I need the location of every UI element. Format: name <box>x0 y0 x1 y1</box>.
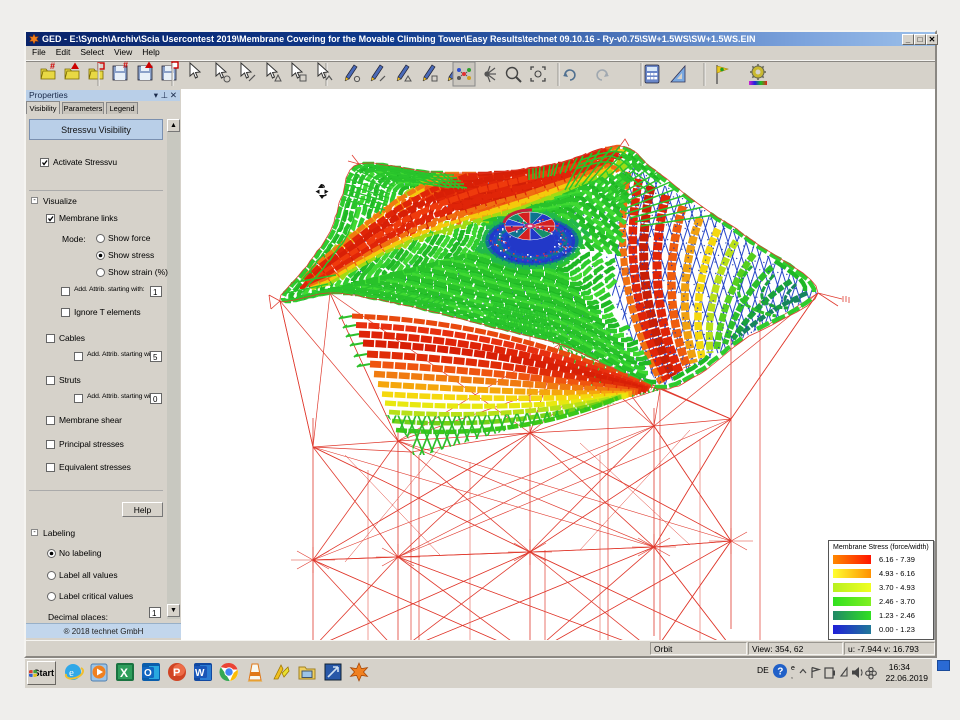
svg-text:#: # <box>123 60 128 70</box>
svg-text:X: X <box>120 666 128 680</box>
svg-text:#: # <box>50 61 55 71</box>
svg-text:O: O <box>144 668 152 679</box>
svg-text:P: P <box>173 667 180 679</box>
svg-text:?: ? <box>777 667 783 678</box>
svg-text:e: e <box>69 667 74 679</box>
svg-text:e: e <box>791 665 795 672</box>
svg-text:W: W <box>195 668 205 679</box>
svg-text:,: , <box>791 673 793 680</box>
